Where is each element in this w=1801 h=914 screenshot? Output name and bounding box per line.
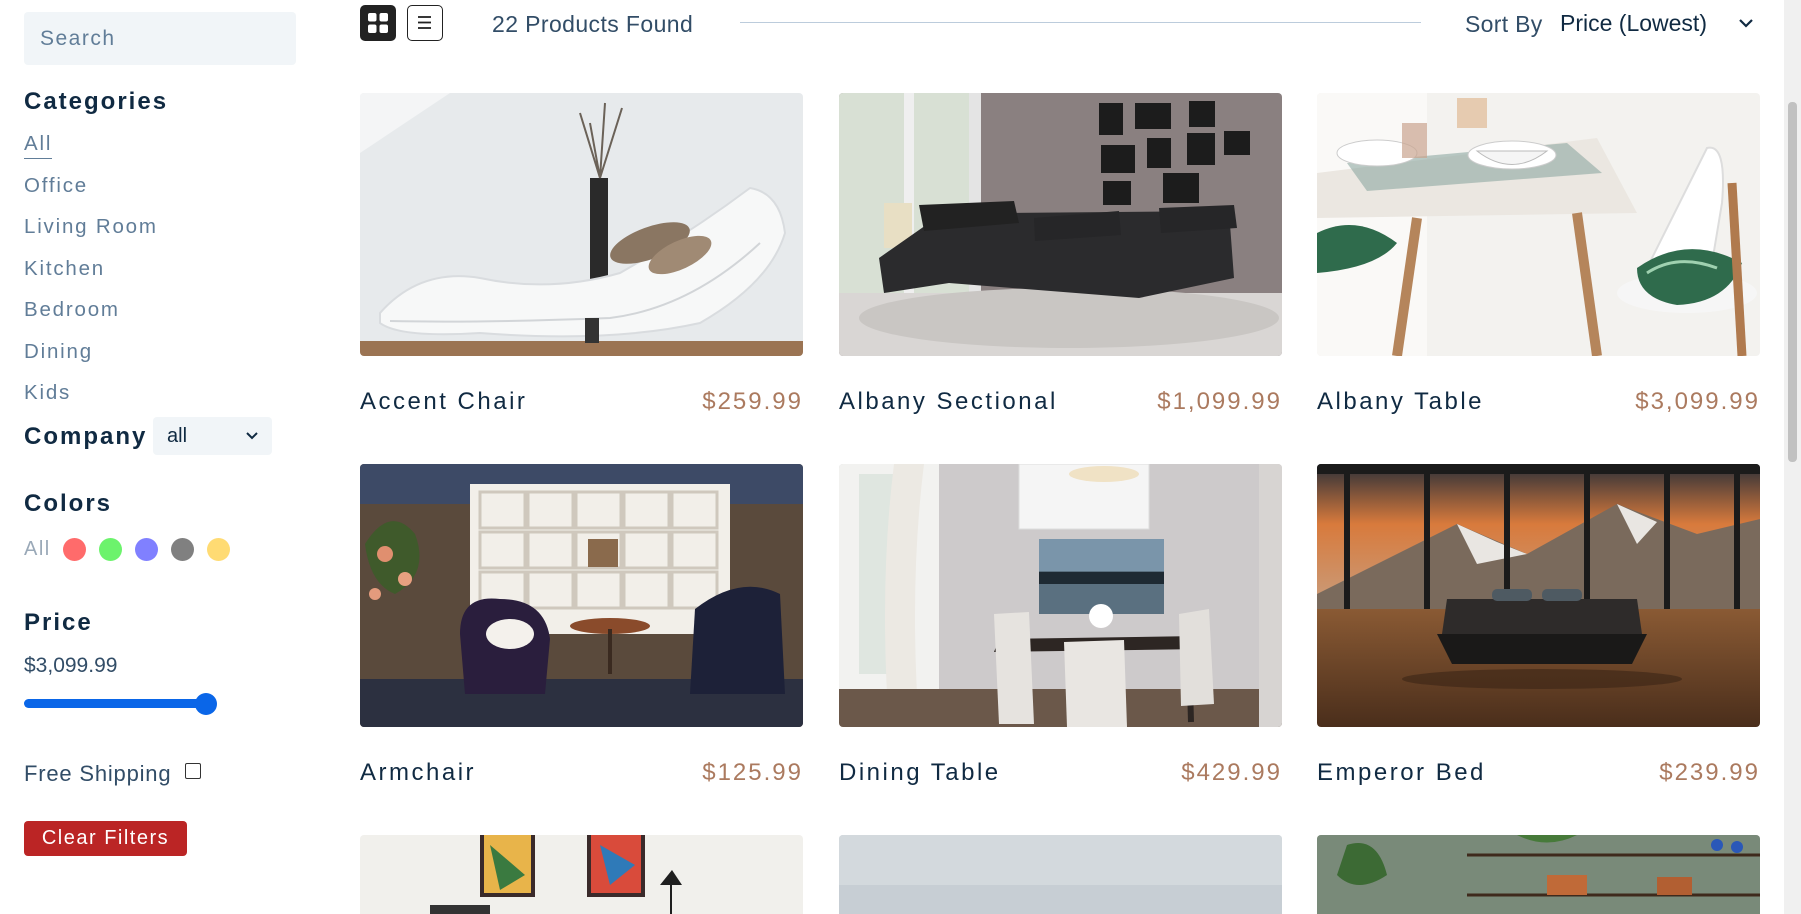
price-slider[interactable] bbox=[24, 693, 218, 715]
product-card[interactable] bbox=[839, 835, 1282, 914]
color-swatch-blue[interactable] bbox=[134, 538, 158, 561]
product-image[interactable] bbox=[360, 835, 803, 914]
category-kitchen[interactable]: Kitchen bbox=[24, 257, 105, 281]
color-all[interactable]: All bbox=[24, 538, 51, 561]
product-name: Albany Sectional bbox=[839, 388, 1058, 415]
product-price: $239.99 bbox=[1659, 759, 1760, 786]
category-kids[interactable]: Kids bbox=[24, 381, 71, 405]
product-image[interactable] bbox=[839, 93, 1282, 356]
category-dining[interactable]: Dining bbox=[24, 340, 93, 364]
category-living-room[interactable]: Living Room bbox=[24, 215, 158, 239]
sort-label: Sort By bbox=[1465, 11, 1543, 37]
price-heading: Price bbox=[24, 609, 93, 636]
product-image[interactable] bbox=[360, 464, 803, 727]
free-shipping-label: Free Shipping bbox=[24, 761, 172, 786]
color-swatches: All bbox=[24, 538, 243, 561]
product-price: $429.99 bbox=[1181, 759, 1282, 786]
product-image[interactable] bbox=[1317, 835, 1760, 914]
product-price: $3,099.99 bbox=[1635, 388, 1760, 415]
color-swatch-gray[interactable] bbox=[170, 538, 194, 561]
company-select-value: all bbox=[167, 424, 188, 447]
product-name: Armchair bbox=[360, 759, 477, 786]
product-name: Dining Table bbox=[839, 759, 1001, 786]
product-price: $125.99 bbox=[702, 759, 803, 786]
list-icon bbox=[418, 16, 431, 29]
product-image[interactable] bbox=[1317, 464, 1760, 727]
company-heading: Company bbox=[24, 423, 148, 450]
products-found-count: 22 Products Found bbox=[492, 11, 694, 37]
clear-filters-button[interactable]: Clear Filters bbox=[24, 821, 187, 856]
grid-view-button[interactable] bbox=[360, 5, 396, 41]
scrollbar-thumb[interactable] bbox=[1788, 102, 1797, 462]
product-image[interactable] bbox=[1317, 93, 1760, 356]
price-slider-track bbox=[24, 699, 208, 708]
product-card[interactable] bbox=[360, 835, 803, 914]
search-input[interactable] bbox=[24, 12, 296, 65]
categories-heading: Categories bbox=[24, 88, 169, 115]
page-scrollbar[interactable] bbox=[1784, 0, 1801, 914]
product-image[interactable] bbox=[839, 464, 1282, 727]
sort-select[interactable]: Price (Lowest) bbox=[1560, 10, 1707, 37]
chevron-down-icon[interactable] bbox=[1737, 14, 1755, 32]
category-all[interactable]: All bbox=[24, 132, 53, 159]
color-swatch-green[interactable] bbox=[98, 538, 122, 561]
colors-heading: Colors bbox=[24, 490, 113, 517]
category-bedroom[interactable]: Bedroom bbox=[24, 298, 120, 322]
product-price: $1,099.99 bbox=[1157, 388, 1282, 415]
toolbar-divider bbox=[740, 22, 1421, 23]
product-name: Emperor Bed bbox=[1317, 759, 1486, 786]
product-price: $259.99 bbox=[702, 388, 803, 415]
list-view-button[interactable] bbox=[407, 5, 443, 41]
free-shipping: Free Shipping bbox=[24, 761, 202, 787]
color-swatch-red[interactable] bbox=[62, 538, 86, 561]
color-swatch-yellow[interactable] bbox=[206, 538, 230, 561]
product-image[interactable] bbox=[360, 93, 803, 356]
chevron-down-icon bbox=[246, 432, 258, 440]
category-office[interactable]: Office bbox=[24, 174, 88, 198]
products-toolbar: 22 Products Found Sort By Price (Lowest) bbox=[360, 0, 1760, 48]
price-value: $3,099.99 bbox=[24, 654, 118, 677]
product-name: Accent Chair bbox=[360, 388, 528, 415]
grid-icon bbox=[368, 13, 388, 33]
free-shipping-checkbox[interactable] bbox=[185, 763, 202, 779]
product-name: Albany Table bbox=[1317, 388, 1484, 415]
company-select[interactable]: all bbox=[153, 417, 272, 455]
product-card[interactable] bbox=[1317, 835, 1760, 914]
product-image[interactable] bbox=[839, 835, 1282, 914]
price-slider-thumb[interactable] bbox=[195, 693, 217, 715]
